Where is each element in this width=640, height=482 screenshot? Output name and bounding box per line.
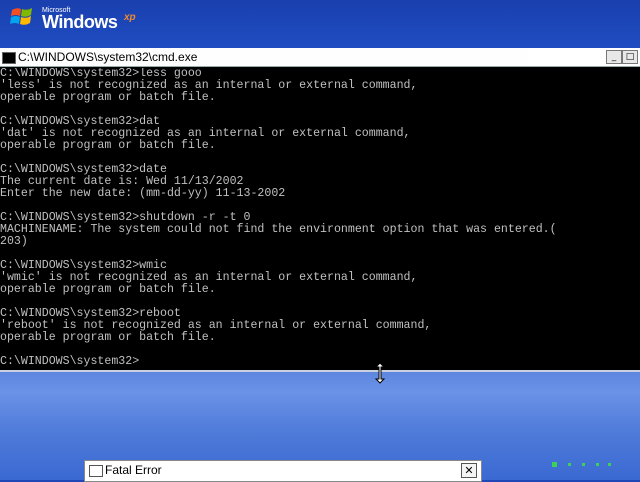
cmd-window-title: C:\WINDOWS\system32\cmd.exe: [18, 50, 198, 64]
progress-dot: [608, 463, 611, 466]
xp-wordmark: xp: [124, 12, 136, 23]
console-output[interactable]: C:\WINDOWS\system32>less gooo'less' is n…: [0, 68, 640, 370]
console-line: Enter the new date: (mm-dd-yy) 11-13-200…: [0, 187, 286, 200]
windows-flag-icon: [10, 8, 32, 25]
progress-dot: [596, 463, 599, 466]
resize-vertical-cursor-icon: [374, 362, 386, 384]
windows-wordmark: Windows: [42, 12, 118, 32]
cmd-titlebar[interactable]: C:\WINDOWS\system32\cmd.exe _ □: [0, 48, 640, 67]
minimize-button[interactable]: _: [606, 50, 622, 64]
console-icon: [2, 52, 16, 64]
progress-dot: [552, 462, 557, 467]
close-button[interactable]: ✕: [461, 463, 477, 478]
console-line: operable program or batch file.: [0, 139, 216, 152]
console-line: MACHINENAME: The system could not find t…: [0, 223, 557, 236]
console-line: 203): [0, 235, 28, 248]
windows-xp-logo: Microsoft Windows xp: [10, 4, 140, 32]
maximize-button[interactable]: □: [622, 50, 638, 64]
window-bottom-edge: [0, 370, 640, 372]
cmd-window[interactable]: C:\WINDOWS\system32\cmd.exe _ □ C:\WINDO…: [0, 48, 640, 372]
window-icon: [89, 465, 103, 477]
console-line: operable program or batch file.: [0, 91, 216, 104]
loading-indicator: [548, 458, 618, 470]
dialog-title: Fatal Error: [105, 463, 162, 477]
console-line: operable program or batch file.: [0, 283, 216, 296]
progress-dot: [568, 463, 571, 466]
console-line: C:\WINDOWS\system32>: [0, 355, 140, 368]
console-line: operable program or batch file.: [0, 331, 216, 344]
fatal-error-dialog[interactable]: Fatal Error ✕: [84, 460, 482, 482]
progress-dot: [582, 463, 585, 466]
